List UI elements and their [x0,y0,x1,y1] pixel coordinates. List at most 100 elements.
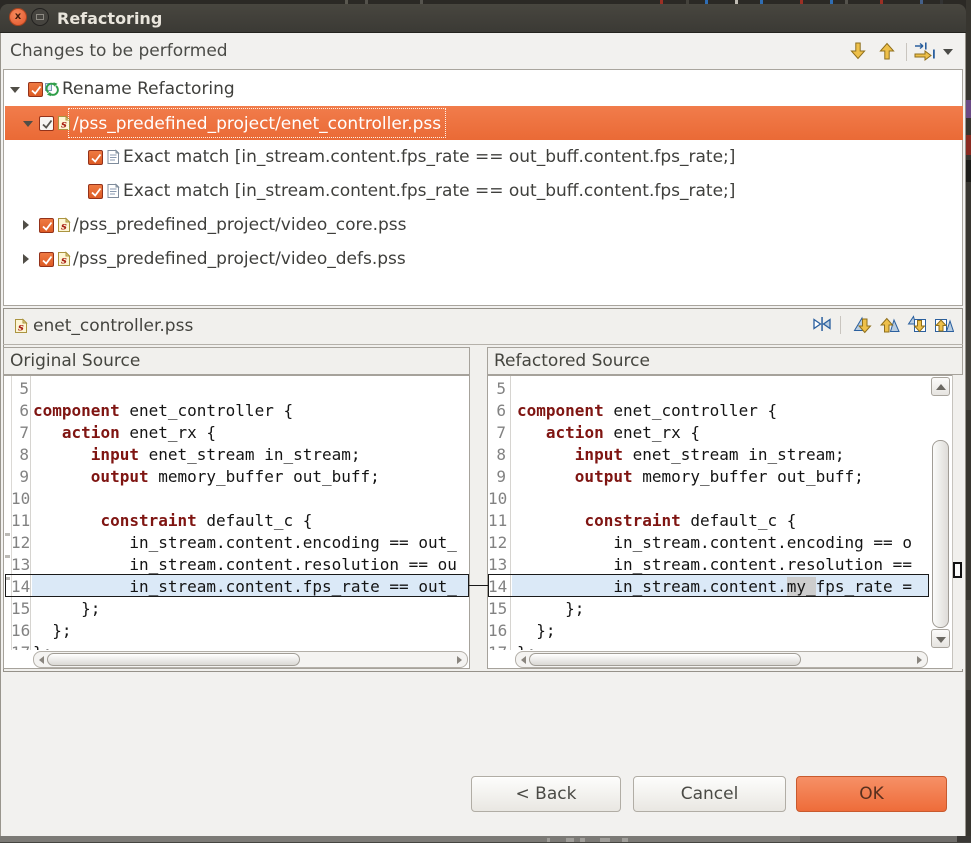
line-number: 6 [488,400,506,422]
line-number: 7 [11,422,29,444]
item-checkbox[interactable] [39,218,54,233]
line-number: 6 [11,400,29,422]
scroll-down-button[interactable] [931,629,950,648]
original-source-code: component enet_controller { action enet_… [33,376,469,650]
code-line: }; [517,642,536,650]
tree-row[interactable]: Exact match [in_stream.content.fps_rate … [5,174,961,208]
window-close-button[interactable]: x [9,8,27,26]
code-line: action enet_rx { [33,422,216,444]
line-number: 10 [488,488,506,510]
line-number: 5 [11,378,29,400]
code-line: output memory_buffer out_buff; [33,466,380,488]
code-line: input enet_stream in_stream; [33,444,361,466]
item-checkbox[interactable] [39,252,54,267]
line-number: 5 [488,378,506,400]
code-line: component enet_controller { [517,400,777,422]
next-change-icon[interactable] [907,314,929,336]
right-line-numbers: 567891011121314151617 [488,376,508,650]
left-horizontal-scrollbar[interactable] [33,651,468,668]
gutter-separator [510,376,511,650]
line-number: 16 [11,620,29,642]
filter-changes-icon[interactable] [913,41,935,63]
item-checkbox[interactable] [88,184,103,199]
line-number: 17 [11,642,29,650]
toolbar-separator [906,43,907,61]
code-line: in_stream.content.resolution == ou [33,554,457,576]
line-number: 11 [488,510,506,532]
previous-difference-icon[interactable] [880,314,902,336]
svg-text:s: s [18,323,24,334]
line-number: 15 [488,598,506,620]
tree-row[interactable]: Rename Refactoring [5,72,961,106]
code-line: }; [33,598,100,620]
diff-connector-line [469,585,488,586]
window-maximize-button[interactable] [31,8,49,26]
line-number: 12 [488,532,506,554]
line-number: 7 [488,422,506,444]
compare-file-label: enet_controller.pss [33,308,193,345]
line-number: 9 [488,466,506,488]
original-source-header: Original Source [3,347,470,375]
expander-expanded-icon[interactable] [23,121,33,127]
overview-diff-marker[interactable] [953,562,962,578]
swap-panes-icon[interactable] [812,314,834,336]
desktop-background: x Refactoring Changes to be performed Re… [0,0,971,843]
tree-item-label: /pss_predefined_project/video_core.pss [73,208,406,242]
item-checkbox[interactable] [39,116,54,131]
expander-collapsed-icon[interactable] [23,220,29,230]
tree-row[interactable]: Exact match [in_stream.content.fps_rate … [5,140,961,174]
pss-file-icon: s [13,318,29,334]
svg-text:s: s [61,222,67,233]
changes-to-be-performed-label: Changes to be performed [10,41,228,61]
code-line: constraint default_c { [33,510,312,532]
expander-expanded-icon[interactable] [10,87,20,93]
cancel-button[interactable]: Cancel [633,776,786,812]
line-number: 8 [11,444,29,466]
overview-ruler[interactable] [952,375,963,669]
tree-row[interactable]: s/pss_predefined_project/video_core.pss [5,208,961,242]
text-match-icon [105,149,121,165]
expander-collapsed-icon[interactable] [23,254,29,264]
tree-row[interactable]: s/pss_predefined_project/video_defs.pss [5,242,961,276]
background-window-right-sliver [966,0,971,843]
next-difference-icon[interactable] [852,314,874,336]
window-titlebar[interactable]: x Refactoring [0,4,966,33]
previous-change-icon[interactable] [934,314,956,336]
back-button[interactable]: < Back [471,776,621,812]
line-number: 10 [11,488,29,510]
line-number: 11 [11,510,29,532]
tree-item-label: Rename Refactoring [62,72,235,106]
tree-row[interactable]: s/pss_predefined_project/enet_controller… [5,106,961,140]
move-down-icon[interactable] [848,41,870,63]
scroll-up-button[interactable] [931,377,950,396]
svg-text:s: s [61,256,67,267]
tree-item-label: /pss_predefined_project/enet_controller.… [73,106,446,140]
text-match-icon [105,183,121,199]
pss-file-icon: s [56,251,72,267]
line-number: 13 [488,554,506,576]
line-number: 12 [11,532,29,554]
diff-line-box-right [488,574,929,597]
vertical-scrollbar-thumb[interactable] [932,440,949,628]
line-number: 16 [488,620,506,642]
right-horizontal-scrollbar[interactable] [515,651,928,668]
refactored-source-header: Refactored Source [487,347,963,375]
svg-text:s: s [61,120,67,131]
item-checkbox[interactable] [88,150,103,165]
tree-item-label: Exact match [in_stream.content.fps_rate … [123,140,735,174]
item-checkbox[interactable] [28,82,43,97]
code-line: constraint default_c { [517,510,796,532]
code-line: in_stream.content.resolution == [517,554,912,576]
dropdown-caret-icon[interactable] [943,49,953,55]
window-title: Refactoring [57,4,162,33]
left-line-numbers: 567891011121314151617 [11,376,30,650]
gutter-separator [30,376,31,650]
ok-button[interactable]: OK [796,776,947,812]
code-line: }; [33,642,52,650]
diff-line-box-left [5,574,469,597]
code-line: in_stream.content.encoding == o [517,532,912,554]
move-up-icon[interactable] [877,41,899,63]
tree-item-label: /pss_predefined_project/video_defs.pss [73,242,406,276]
line-number: 8 [488,444,506,466]
changes-tree[interactable]: Rename Refactorings/pss_predefined_proje… [3,69,963,306]
